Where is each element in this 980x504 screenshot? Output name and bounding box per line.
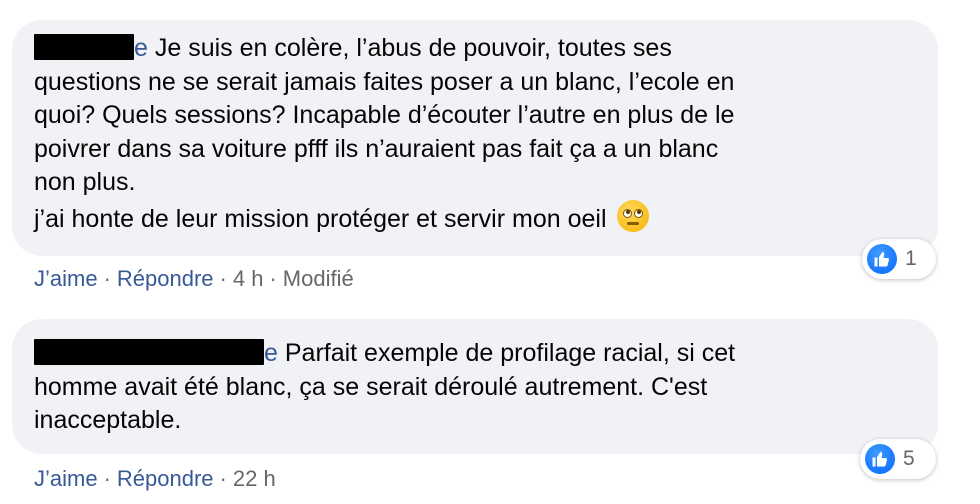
- reaction-count: 5: [903, 447, 915, 470]
- comment-bubble: e Je suis en colère, l’abus de pouvoir, …: [12, 20, 938, 256]
- comment-text-line: Je suis en colère, l’abus de pouvoir, to…: [154, 34, 672, 62]
- comment-bubble: e Parfait exemple de profilage racial, s…: [12, 319, 938, 454]
- redacted-author-name[interactable]: [34, 34, 134, 60]
- reaction-badge[interactable]: 5: [860, 439, 936, 479]
- comment-text-line: poivrer dans sa voiture pfff ils n’aurai…: [34, 134, 719, 163]
- comment-text-line: homme avait été blanc, ça se serait déro…: [34, 372, 708, 401]
- like-link[interactable]: J’aime: [34, 266, 98, 291]
- separator: ·: [219, 466, 227, 491]
- separator: ·: [103, 466, 111, 491]
- timestamp[interactable]: 22 h: [233, 466, 276, 491]
- comment-text-line: quoi? Quels sessions? Incapable d’écoute…: [34, 101, 735, 129]
- redacted-author-name[interactable]: [34, 339, 264, 365]
- timestamp[interactable]: 4 h: [233, 266, 264, 291]
- comment-line: j’ai honte de leur mission protéger et s…: [34, 199, 914, 237]
- separator: ·: [269, 266, 277, 291]
- comment-text-line: Parfait exemple de profilage racial, si …: [284, 339, 736, 367]
- edited-label[interactable]: Modifié: [283, 266, 354, 291]
- reaction-count: 1: [905, 247, 917, 270]
- separator: ·: [103, 266, 111, 291]
- comment-actions: J’aime · Répondre · 22 h: [34, 466, 276, 492]
- author-name-tail[interactable]: e: [264, 339, 278, 367]
- comment-text-line: inacceptable.: [34, 406, 182, 434]
- comment-line: e Je suis en colère, l’abus de pouvoir, …: [34, 32, 914, 66]
- like-link[interactable]: J’aime: [34, 466, 98, 491]
- comment-text-line: questions ne se serait jamais faites pos…: [34, 67, 735, 96]
- comment-text-line: non plus.: [34, 168, 136, 196]
- comment-actions: J’aime · Répondre · 4 h · Modifié: [34, 266, 354, 292]
- reaction-badge[interactable]: 1: [862, 239, 936, 279]
- like-icon: [865, 444, 895, 474]
- author-name-tail[interactable]: e: [134, 34, 148, 62]
- reply-link[interactable]: Répondre: [117, 466, 214, 491]
- reply-link[interactable]: Répondre: [117, 266, 214, 291]
- comment-text-line: j’ai honte de leur mission protéger et s…: [34, 204, 607, 233]
- rolling-eyes-emoji-icon: [617, 199, 650, 232]
- separator: ·: [219, 266, 227, 291]
- comment-line: e Parfait exemple de profilage racial, s…: [34, 337, 914, 371]
- like-icon: [867, 244, 897, 274]
